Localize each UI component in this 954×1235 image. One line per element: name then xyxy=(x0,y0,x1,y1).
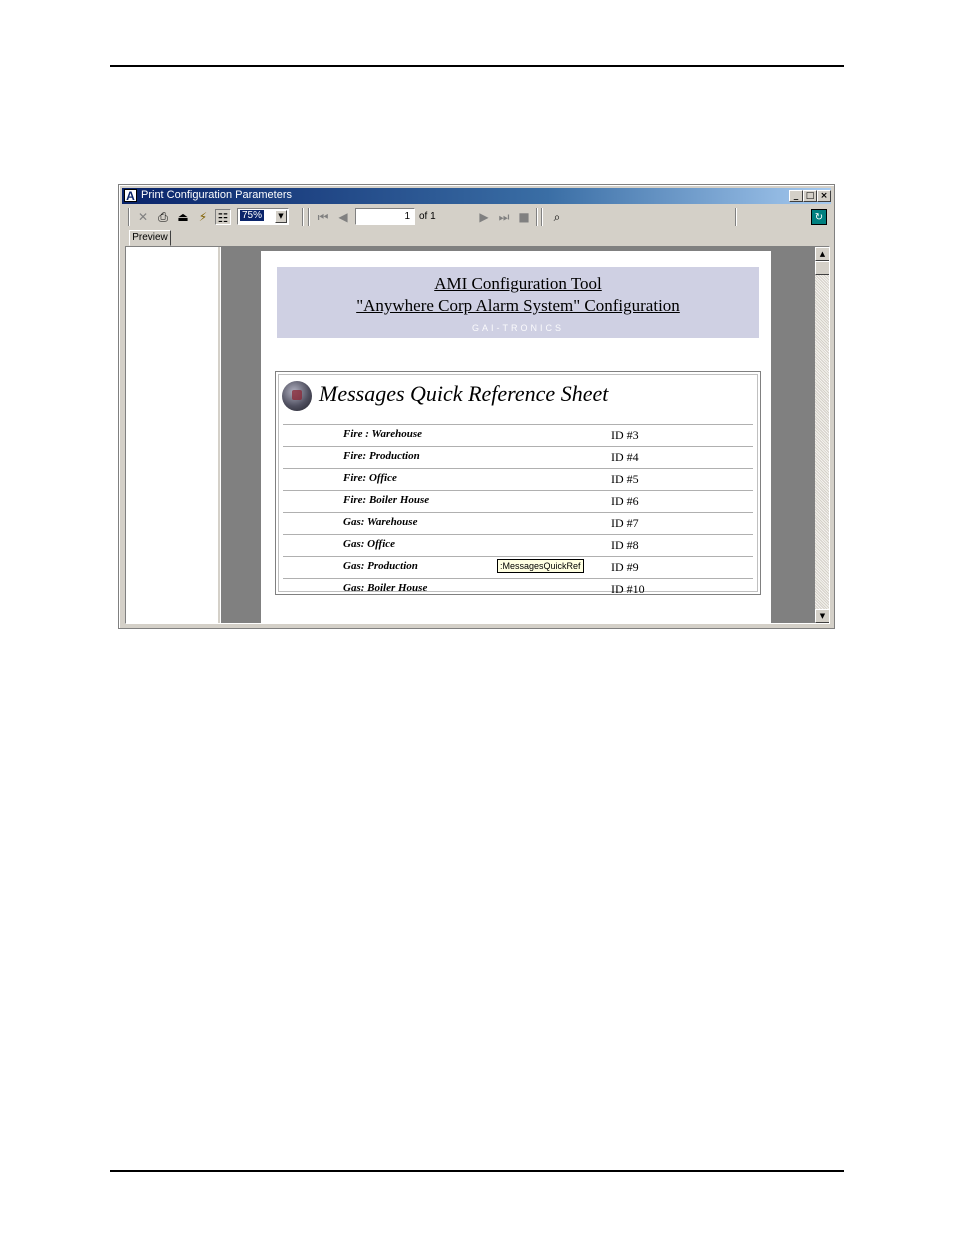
list-item: Gas: Office ID #8 xyxy=(283,534,753,556)
toolbar-separator xyxy=(735,208,737,226)
banner-subtitle: "Anywhere Corp Alarm System" Configurati… xyxy=(356,296,680,315)
group-tree-pane[interactable] xyxy=(126,247,220,623)
message-name: Fire: Office xyxy=(343,472,397,484)
close-icon[interactable]: ✕ xyxy=(135,209,151,225)
app-icon: A xyxy=(124,189,137,203)
watermark-logo: GAI-TRONICS xyxy=(471,323,564,333)
list-item: Gas: Warehouse ID #7 xyxy=(283,512,753,534)
zoom-value: 75% xyxy=(240,210,265,221)
report-banner: AMI Configuration Tool "Anywhere Corp Al… xyxy=(277,267,759,338)
message-id: ID #4 xyxy=(611,450,639,464)
message-name: Fire: Production xyxy=(343,450,420,462)
message-name: Gas: Warehouse xyxy=(343,516,418,528)
toolbar: ✕ ⎙ ⏏ ⚡ ☷ 75% ▼ ⏮ ◀ 1 of 1 ▶ ⏭ ■ ⌕ ↻ xyxy=(122,206,831,228)
messages-sheet: Messages Quick Reference Sheet Fire : Wa… xyxy=(275,371,761,596)
message-id: ID #6 xyxy=(611,494,639,508)
page-header-rule xyxy=(110,65,844,67)
list-item: Fire : Warehouse ID #3 xyxy=(283,424,753,446)
toolbar-separator xyxy=(128,208,130,226)
globe-mark xyxy=(292,390,302,400)
message-name: Fire : Warehouse xyxy=(343,428,423,440)
message-id: ID #10 xyxy=(611,582,645,596)
toolbar-separator xyxy=(308,208,310,226)
sheet-title: Messages Quick Reference Sheet xyxy=(319,381,609,406)
globe-icon xyxy=(282,381,312,411)
message-name: Gas: Office xyxy=(343,538,396,550)
prev-page-icon[interactable]: ◀ xyxy=(335,209,351,225)
close-button[interactable]: × xyxy=(817,190,831,202)
minimize-button[interactable]: _ xyxy=(789,190,803,202)
title-bar[interactable]: A Print Configuration Parameters _ □ × xyxy=(122,188,831,204)
next-page-icon[interactable]: ▶ xyxy=(476,209,492,225)
page-count: of 1 xyxy=(419,211,436,222)
stop-icon[interactable]: ■ xyxy=(516,209,532,225)
messages-list: Fire : Warehouse ID #3 Fire: Production … xyxy=(283,424,753,600)
toolbar-separator xyxy=(302,208,304,226)
list-item: Fire: Production ID #4 xyxy=(283,446,753,468)
vertical-scrollbar[interactable]: ▲ ▼ xyxy=(815,247,829,623)
sheet-frame: Messages Quick Reference Sheet Fire : Wa… xyxy=(278,374,758,596)
report-viewer[interactable]: AMI Configuration Tool "Anywhere Corp Al… xyxy=(221,247,815,623)
toolbar-separator xyxy=(536,208,538,226)
list-item: Fire: Office ID #5 xyxy=(283,468,753,490)
message-id: ID #8 xyxy=(611,538,639,552)
scroll-up-icon[interactable]: ▲ xyxy=(815,247,829,261)
print-preview-window: A Print Configuration Parameters _ □ × ✕… xyxy=(118,184,835,629)
banner-title: AMI Configuration Tool xyxy=(434,274,602,293)
scroll-thumb[interactable] xyxy=(815,261,829,275)
tab-preview[interactable]: Preview xyxy=(129,230,171,246)
message-id: ID #5 xyxy=(611,472,639,486)
message-id: ID #9 xyxy=(611,560,639,574)
maximize-button[interactable]: □ xyxy=(803,190,817,202)
export-icon[interactable]: ⏏ xyxy=(175,209,191,225)
first-page-icon[interactable]: ⏮ xyxy=(315,209,331,225)
message-id: ID #7 xyxy=(611,516,639,530)
chevron-down-icon[interactable]: ▼ xyxy=(275,210,287,223)
toolbar-separator xyxy=(541,208,543,226)
last-page-icon[interactable]: ⏭ xyxy=(496,209,512,225)
message-name: Fire: Boiler House xyxy=(343,494,430,506)
window-title: Print Configuration Parameters xyxy=(141,189,293,201)
list-item: Gas: Boiler House ID #10 xyxy=(283,578,753,600)
page-number-input[interactable]: 1 xyxy=(355,208,415,225)
refresh-icon[interactable]: ↻ xyxy=(811,209,827,225)
message-id: ID #3 xyxy=(611,428,639,442)
find-binoculars-icon[interactable]: ⌕ xyxy=(549,209,565,225)
report-page: AMI Configuration Tool "Anywhere Corp Al… xyxy=(261,251,771,623)
tree-toggle-icon[interactable]: ☷ xyxy=(215,209,231,225)
message-name: Gas: Production xyxy=(343,560,418,572)
message-name: Gas: Boiler House xyxy=(343,582,428,594)
scroll-down-icon[interactable]: ▼ xyxy=(815,609,829,623)
print-icon[interactable]: ⎙ xyxy=(155,209,171,225)
page-footer-rule xyxy=(110,1170,844,1172)
zoom-select[interactable]: 75% ▼ xyxy=(237,208,289,225)
lightning-icon[interactable]: ⚡ xyxy=(195,209,211,225)
list-item: Fire: Boiler House ID #6 xyxy=(283,490,753,512)
field-tooltip: :MessagesQuickRef xyxy=(497,559,584,573)
preview-area: AMI Configuration Tool "Anywhere Corp Al… xyxy=(125,246,830,624)
